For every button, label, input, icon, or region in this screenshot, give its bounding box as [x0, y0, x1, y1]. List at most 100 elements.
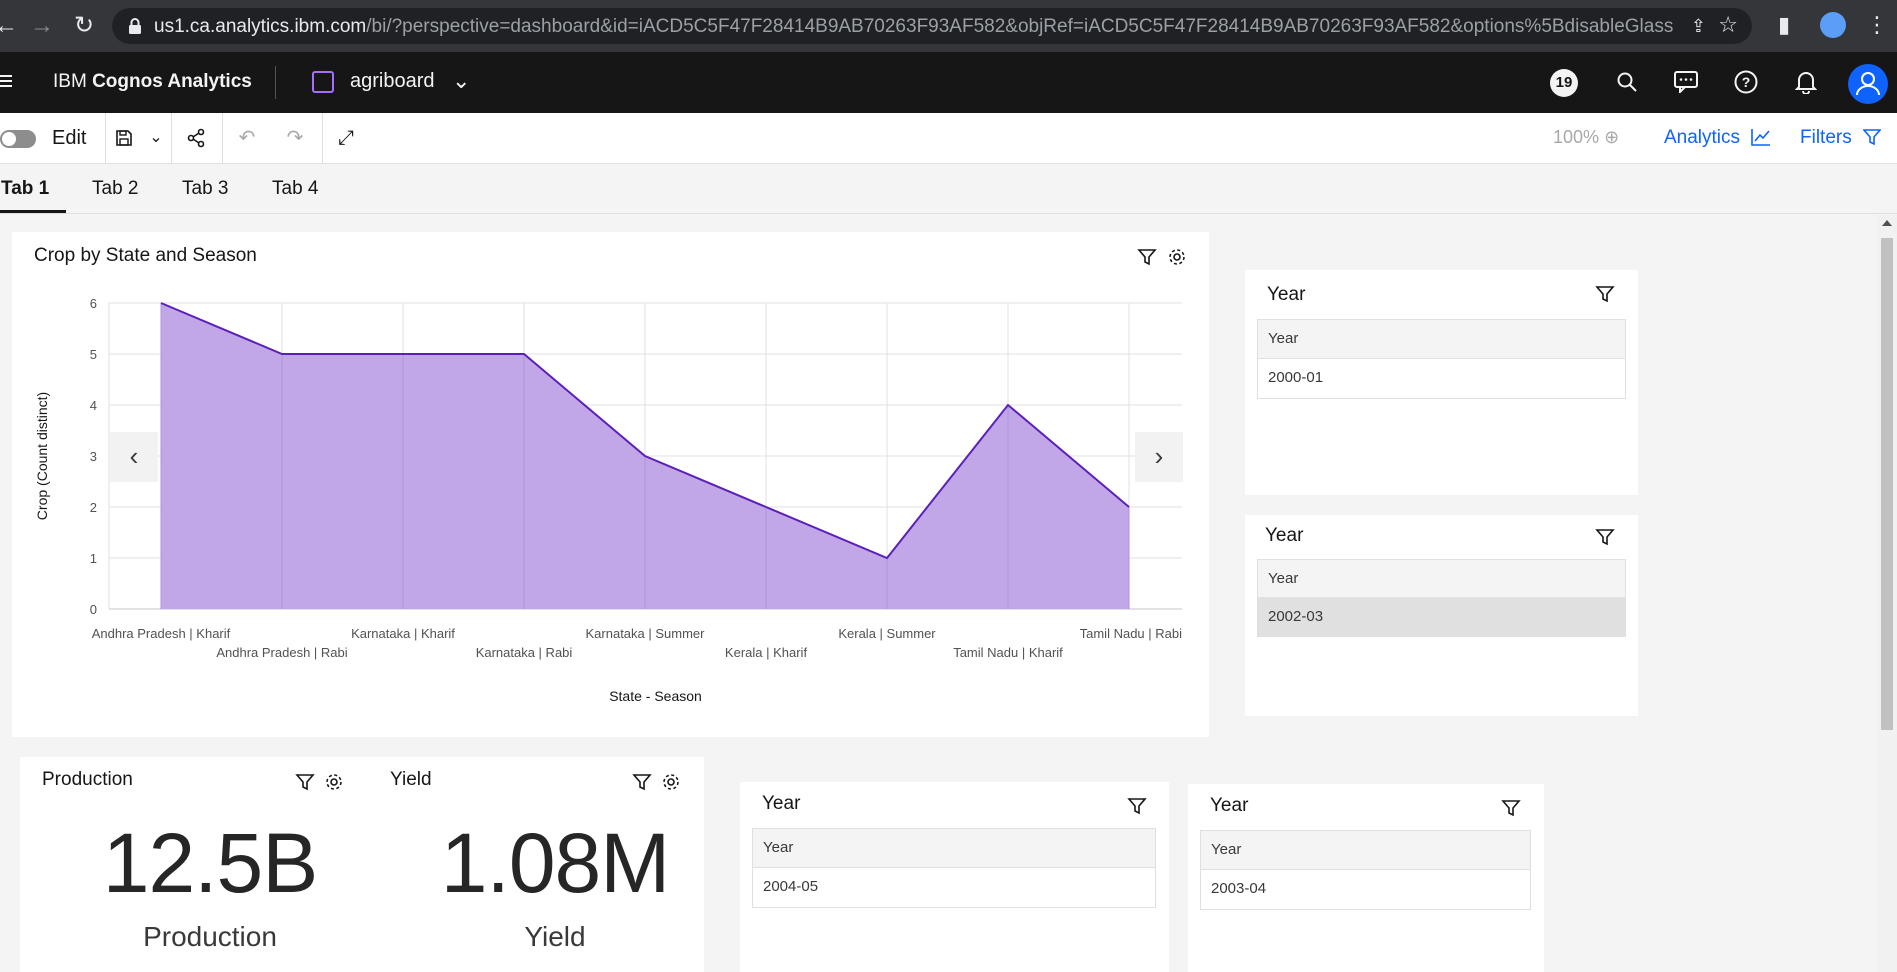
toolbar-divider — [222, 113, 223, 163]
settings-icon[interactable] — [661, 772, 681, 792]
x-tick-label: Kerala | Summer — [838, 626, 936, 641]
year-list-header: Year — [1200, 830, 1531, 870]
browser-menu-icon[interactable]: ⋮ — [1866, 12, 1888, 38]
back-icon[interactable]: ← — [0, 12, 20, 40]
tab-1[interactable]: Tab 1 — [1, 178, 49, 200]
year-list-item-selected[interactable]: 2002-03 — [1257, 598, 1626, 637]
dashboard-tabs: Tab 1 Tab 2 Tab 3 Tab 4 — [0, 164, 1897, 214]
notification-count-badge[interactable]: 19 — [1550, 69, 1578, 97]
yield-widget-title: Yield — [390, 769, 432, 790]
url-path: /bi/?perspective=dashboard&id=iACD5C5F47… — [366, 16, 1674, 37]
year-widget-title: Year — [1210, 795, 1249, 816]
tab-3[interactable]: Tab 3 — [182, 178, 228, 200]
address-bar[interactable]: us1.ca.analytics.ibm.com/bi/?perspective… — [112, 8, 1752, 44]
undo-icon[interactable]: ↶ — [234, 125, 260, 151]
filters-label: Filters — [1800, 127, 1852, 148]
y-tick-label: 5 — [90, 347, 97, 362]
scroll-up-arrow-icon[interactable] — [1882, 220, 1892, 226]
year-filter-widget[interactable]: Year Year 2000-01 — [1245, 270, 1638, 495]
year-widget-title: Year — [1265, 525, 1304, 546]
save-menu-chevron-icon[interactable]: ⌄ — [143, 125, 169, 151]
reload-icon[interactable]: ↻ — [70, 12, 98, 40]
zoom-in-icon[interactable]: ⊕ — [1604, 127, 1619, 147]
year-list-item[interactable]: 2000-01 — [1257, 359, 1626, 399]
filter-icon[interactable] — [632, 772, 652, 792]
browser-toolbar: ← → ↻ us1.ca.analytics.ibm.com/bi/?persp… — [0, 0, 1897, 52]
toolbar-divider — [171, 113, 172, 163]
brand-prefix: IBM — [53, 71, 93, 92]
filter-icon[interactable] — [1595, 527, 1615, 547]
brand-name: Cognos Analytics — [92, 71, 252, 92]
x-tick-label: Andhra Pradesh | Kharif — [92, 626, 231, 641]
fullscreen-icon[interactable]: ⤢ — [333, 125, 359, 151]
bookmark-star-icon[interactable]: ☆ — [1718, 12, 1738, 38]
share-page-icon[interactable]: ⇪ — [1691, 16, 1706, 37]
side-panel-icon[interactable]: ▮ — [1778, 12, 1790, 38]
filter-icon[interactable] — [1595, 284, 1615, 304]
year-filter-widget[interactable]: Year Year 2004-05 — [740, 782, 1169, 972]
chart-next-arrow-icon[interactable]: › — [1135, 432, 1183, 482]
y-tick-label: 3 — [90, 449, 97, 464]
bell-icon[interactable] — [1790, 66, 1822, 98]
save-icon[interactable] — [111, 125, 137, 151]
scrollbar-thumb[interactable] — [1881, 238, 1893, 730]
kpi-widget[interactable]: Production Yield 12.5B Production 1.08M … — [20, 757, 704, 972]
app-header: IBM Cognos Analytics agriboard ⌄ 19 ? — [0, 52, 1897, 113]
year-list-item[interactable]: 2004-05 — [752, 868, 1156, 908]
user-avatar[interactable] — [1848, 64, 1888, 104]
production-widget-title: Production — [42, 769, 133, 790]
chart-prev-arrow-icon[interactable]: ‹ — [110, 432, 158, 482]
year-filter-widget[interactable]: Year Year 2002-03 — [1245, 515, 1638, 716]
redo-icon[interactable]: ↷ — [282, 125, 308, 151]
help-icon[interactable]: ? — [1730, 66, 1762, 98]
yield-label: Yield — [524, 921, 586, 952]
production-value: 12.5B — [102, 816, 319, 910]
year-list-header: Year — [1257, 559, 1626, 598]
hamburger-menu-icon[interactable] — [0, 74, 12, 88]
profile-icon[interactable] — [1820, 12, 1846, 38]
year-widget-title: Year — [1267, 284, 1306, 305]
x-tick-label: Karnataka | Kharif — [351, 626, 455, 641]
y-tick-label: 0 — [90, 602, 97, 617]
chevron-down-icon[interactable]: ⌄ — [452, 68, 470, 94]
area-chart: 0 1 2 3 4 5 6 Andhra Pradesh | Kharif Andhra Pra… — [34, 296, 1182, 704]
y-tick-label: 2 — [90, 500, 97, 515]
yield-value: 1.08M — [440, 816, 670, 910]
svg-text:?: ? — [1742, 74, 1751, 90]
year-list-item[interactable]: 2003-04 — [1200, 870, 1531, 910]
production-label: Production — [143, 921, 277, 952]
y-tick-label: 6 — [90, 296, 97, 311]
tab-4[interactable]: Tab 4 — [272, 178, 318, 200]
app-brand[interactable]: IBM Cognos Analytics — [53, 71, 252, 93]
y-axis-title: Crop (Count distinct) — [34, 392, 50, 520]
dashboard-icon — [312, 71, 334, 93]
header-divider — [275, 66, 276, 99]
analytics-button[interactable]: Analytics — [1664, 127, 1771, 149]
year-filter-widget[interactable]: Year Year 2003-04 — [1188, 784, 1544, 972]
y-tick-label: 4 — [90, 398, 97, 413]
line-chart-icon — [1751, 129, 1771, 146]
zoom-level: 100% — [1553, 127, 1600, 147]
edit-toggle[interactable] — [0, 130, 36, 148]
dashboard-name[interactable]: agriboard — [350, 70, 435, 93]
forward-icon[interactable]: → — [28, 12, 56, 40]
dashboard-toolbar: Edit ⌄ ↶ ↷ ⤢ 100% ⊕ Analytics Filters — [0, 113, 1897, 164]
chat-icon[interactable] — [1670, 66, 1702, 98]
lock-icon — [129, 18, 141, 34]
x-tick-label: Karnataka | Rabi — [476, 645, 573, 660]
zoom-control[interactable]: 100% ⊕ — [1553, 127, 1619, 148]
toolbar-divider — [322, 113, 323, 163]
tab-2[interactable]: Tab 2 — [92, 178, 138, 200]
year-widget-title: Year — [762, 793, 801, 814]
settings-icon[interactable] — [324, 772, 344, 792]
x-axis-title: State - Season — [609, 688, 702, 704]
share-icon[interactable] — [183, 125, 209, 151]
filter-icon[interactable] — [1127, 796, 1147, 816]
search-icon[interactable] — [1611, 66, 1643, 98]
toolbar-divider — [105, 113, 106, 163]
url-text: us1.ca.analytics.ibm.com/bi/?perspective… — [154, 16, 1674, 38]
filter-icon[interactable] — [295, 772, 315, 792]
filter-icon[interactable] — [1501, 798, 1521, 818]
y-tick-label: 1 — [90, 551, 97, 566]
filters-button[interactable]: Filters — [1800, 127, 1882, 149]
